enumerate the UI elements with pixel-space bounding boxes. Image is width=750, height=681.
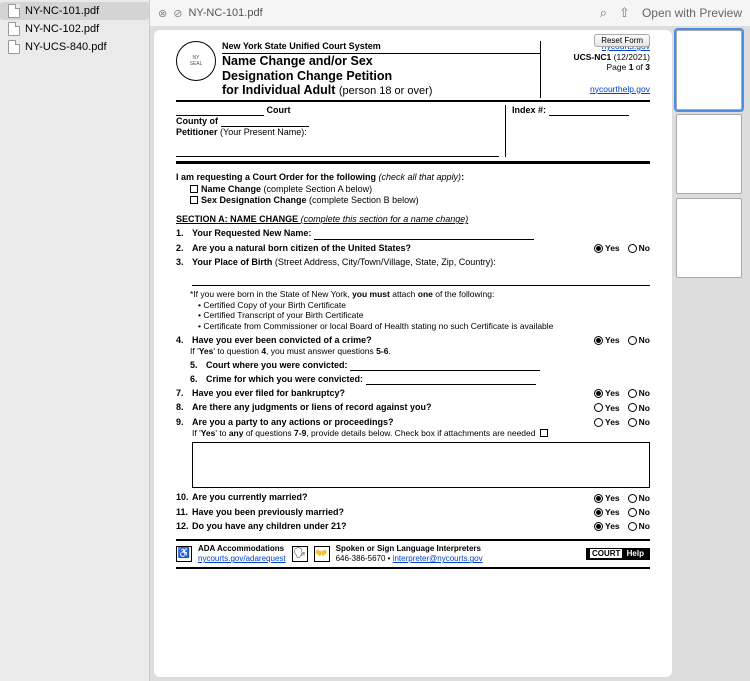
details-textarea[interactable]	[192, 442, 650, 488]
q10-yes-radio[interactable]: Yes	[594, 492, 620, 503]
question-8: 8. Are there any judgments or liens of r…	[176, 402, 650, 413]
open-with-preview-button[interactable]: Open with Preview	[642, 6, 742, 20]
q12-no-radio[interactable]: No	[628, 521, 650, 532]
page-thumbnail-1[interactable]	[676, 30, 742, 110]
question-10: 10. Are you currently married? Yes No	[176, 492, 650, 503]
pdf-page[interactable]: Reset Form NYSEAL New York State Unified…	[154, 30, 672, 677]
courthelp-logo: COURT Help	[586, 548, 650, 560]
q7-no-radio[interactable]: No	[628, 388, 650, 399]
conviction-court-field[interactable]	[350, 362, 540, 371]
file-item[interactable]: NY-NC-102.pdf	[0, 20, 149, 38]
q9-yes-radio[interactable]: Yes	[594, 417, 620, 428]
question-3: 3. Your Place of Birth (Street Address, …	[176, 257, 650, 286]
request-intro: I am requesting a Court Order for the fo…	[176, 172, 650, 206]
main-pane: ⊗ ⊘ NY-NC-101.pdf ⌕ ⇧ Open with Preview …	[150, 0, 750, 681]
pdf-icon	[8, 40, 20, 54]
q2-no-radio[interactable]: No	[628, 243, 650, 254]
q4-no-radio[interactable]: No	[628, 335, 650, 346]
question-9: 9. Are you a party to any actions or pro…	[176, 417, 650, 428]
q2-yes-radio[interactable]: Yes	[594, 243, 620, 254]
search-icon[interactable]: ⌕	[600, 5, 607, 21]
crime-field[interactable]	[366, 376, 536, 385]
birthplace-field[interactable]	[192, 276, 650, 286]
attachments-checkbox[interactable]	[540, 429, 548, 437]
question-6: 6. Crime for which you were convicted:	[190, 374, 650, 385]
state-seal-icon: NYSEAL	[176, 41, 216, 81]
q7-yes-radio[interactable]: Yes	[594, 388, 620, 399]
form-header: NYSEAL New York State Unified Court Syst…	[176, 41, 650, 102]
preview-toolbar: ⊗ ⊘ NY-NC-101.pdf ⌕ ⇧ Open with Preview	[150, 0, 750, 26]
nycourthelp-link[interactable]: nycourthelp.gov	[590, 84, 650, 94]
expand-icon[interactable]: ⊘	[173, 7, 182, 20]
page-thumbnail-2[interactable]	[676, 114, 742, 194]
ada-link[interactable]: nycourts.gov/adarequest	[198, 554, 286, 564]
interpreter-icon: 🗣	[292, 546, 308, 562]
new-name-field[interactable]	[314, 231, 534, 240]
interpreter-link[interactable]: interpreter@nycourts.gov	[393, 554, 483, 563]
file-name: NY-NC-101.pdf	[25, 5, 99, 17]
file-sidebar: NY-NC-101.pdf NY-NC-102.pdf NY-UCS-840.p…	[0, 0, 150, 681]
form-footer: ♿ ADA Accommodations nycourts.gov/adareq…	[176, 539, 650, 569]
document-title: NY-NC-101.pdf	[188, 7, 262, 19]
q10-no-radio[interactable]: No	[628, 492, 650, 503]
question-1: 1. Your Requested New Name:	[176, 228, 650, 239]
question-11: 11. Have you been previously married? Ye…	[176, 507, 650, 518]
accessibility-icon: ♿	[176, 546, 192, 562]
q11-no-radio[interactable]: No	[628, 507, 650, 518]
file-name: NY-NC-102.pdf	[25, 23, 99, 35]
section-a-heading: SECTION A: NAME CHANGE (complete this se…	[176, 214, 650, 225]
form-meta: nycourts.gov UCS-NC1 (12/2021) Page 1 of…	[540, 41, 650, 98]
question-4: 4. Have you ever been convicted of a cri…	[176, 335, 650, 346]
birth-certificate-note: *If you were born in the State of New Yo…	[190, 289, 650, 332]
q12-yes-radio[interactable]: Yes	[594, 521, 620, 532]
q9-no-radio[interactable]: No	[628, 417, 650, 428]
pdf-icon	[8, 4, 20, 18]
file-item[interactable]: NY-NC-101.pdf	[0, 2, 149, 20]
sign-language-icon: 👐	[314, 546, 330, 562]
q9-instruction: If 'Yes' to any of questions 7-9, provid…	[192, 428, 650, 439]
case-caption: Court County of Petitioner (Your Present…	[176, 105, 650, 165]
share-icon[interactable]: ⇧	[619, 5, 630, 21]
question-12: 12. Do you have any children under 21? Y…	[176, 521, 650, 532]
q11-yes-radio[interactable]: Yes	[594, 507, 620, 518]
question-7: 7. Have you ever filed for bankruptcy? Y…	[176, 388, 650, 399]
name-change-checkbox[interactable]	[190, 185, 198, 193]
file-item[interactable]: NY-UCS-840.pdf	[0, 38, 149, 56]
page-thumbnail-3[interactable]	[676, 198, 742, 278]
form-title: Name Change and/or Sex Designation Chang…	[222, 54, 540, 97]
close-icon[interactable]: ⊗	[158, 7, 167, 20]
q8-no-radio[interactable]: No	[628, 402, 650, 413]
petitioner-name-field[interactable]	[176, 147, 499, 157]
pdf-viewer: Reset Form NYSEAL New York State Unified…	[150, 26, 750, 681]
index-number-field[interactable]	[549, 107, 629, 116]
pdf-icon	[8, 22, 20, 36]
reset-form-button[interactable]: Reset Form	[594, 34, 650, 47]
q8-yes-radio[interactable]: Yes	[594, 402, 620, 413]
question-5: 5. Court where you were convicted:	[190, 360, 650, 371]
q4-instruction: If 'Yes' to question 4, you must answer …	[190, 346, 650, 357]
court-name-field[interactable]	[176, 107, 264, 116]
sex-designation-checkbox[interactable]	[190, 196, 198, 204]
question-2: 2. Are you a natural born citizen of the…	[176, 243, 650, 254]
thumbnail-panel	[676, 30, 746, 677]
court-system-name: New York State Unified Court System	[222, 41, 540, 54]
q4-yes-radio[interactable]: Yes	[594, 335, 620, 346]
county-field[interactable]	[221, 118, 309, 127]
file-name: NY-UCS-840.pdf	[25, 41, 107, 53]
